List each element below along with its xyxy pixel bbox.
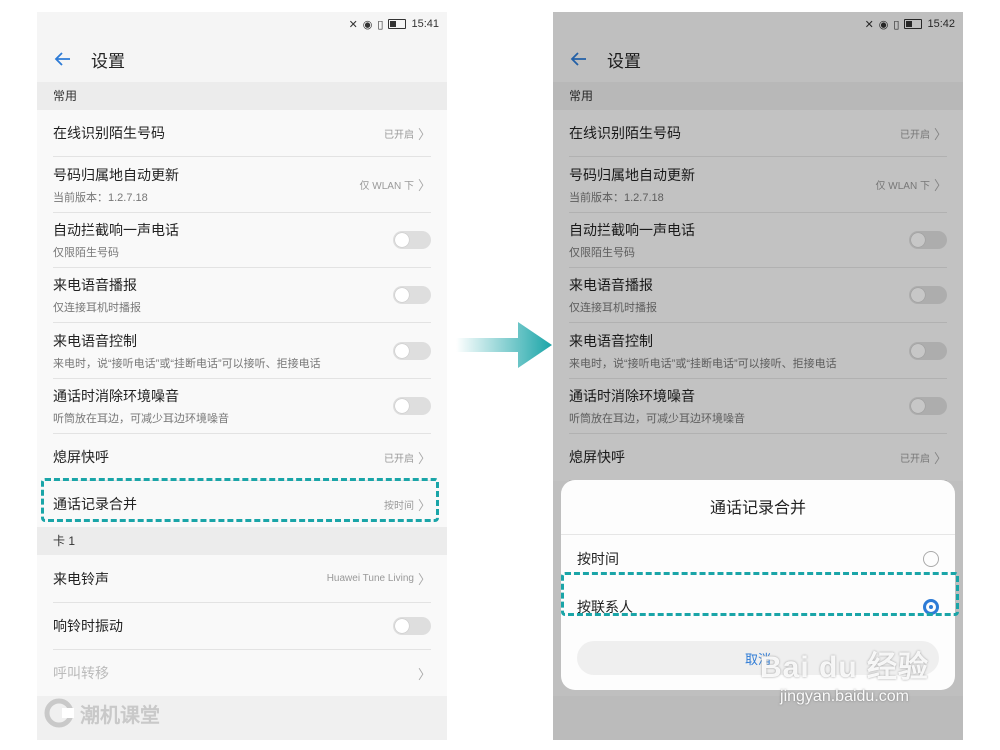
setting-voice-announce: 来电语音播报 仅连接耳机时播报 <box>53 268 431 323</box>
setting-location-update[interactable]: 号码归属地自动更新 当前版本：1.2.7.18 仅 WLAN 下〉 <box>53 157 431 213</box>
radio-unchecked-icon[interactable] <box>923 551 939 567</box>
chevron-right-icon: 〉 <box>417 450 431 466</box>
highlight-by-contact <box>561 572 959 616</box>
setting-noise-cancel: 通话时消除环境噪音 听筒放在耳边，可减少耳边环境噪音 <box>53 379 431 434</box>
page-title: 设置 <box>91 51 125 71</box>
sim-icon: ▯ <box>377 18 384 31</box>
setting-value: 已开启 <box>383 129 414 141</box>
phone-screen-left: ✕ ◉ ▯ 15:41 设置 常用 在线识别陌生号码 已开启〉 号码归属地自动更… <box>37 12 447 740</box>
toggle-switch[interactable] <box>393 397 431 415</box>
back-arrow-icon[interactable] <box>53 49 73 69</box>
section-header-common: 常用 <box>37 82 447 110</box>
setting-subtitle: 来电时，说“接听电话”或“挂断电话”可以接听、拒接电话 <box>53 357 321 370</box>
toggle-switch[interactable] <box>393 286 431 304</box>
watermark-baidu: Bai du 经验 jingyan.baidu.com <box>760 642 929 706</box>
setting-subtitle: 仅限陌生号码 <box>53 247 119 259</box>
setting-value: Huawei Tune Living <box>326 573 414 584</box>
setting-call-forward[interactable]: 呼叫转移 〉 <box>53 650 431 696</box>
setting-title: 在线识别陌生号码 <box>53 125 165 141</box>
setting-voice-control: 来电语音控制 来电时，说“接听电话”或“挂断电话”可以接听、拒接电话 <box>53 323 431 379</box>
option-label: 按时间 <box>577 551 619 567</box>
mute-icon: ✕ <box>348 18 358 31</box>
brand-logo-icon <box>44 698 74 728</box>
chevron-right-icon: 〉 <box>417 178 431 193</box>
battery-icon <box>388 19 407 29</box>
setting-quick-call[interactable]: 熄屏快呼 已开启〉 <box>53 434 431 481</box>
watermark-text: 潮机课堂 <box>80 704 160 727</box>
setting-vibrate-on-ring: 响铃时振动 <box>53 603 431 650</box>
highlight-call-log-merge <box>41 478 439 522</box>
setting-title: 来电语音播报 <box>53 277 137 293</box>
setting-title: 来电语音控制 <box>53 332 137 349</box>
chevron-right-icon: 〉 <box>417 126 431 142</box>
status-bar: ✕ ◉ ▯ 15:41 <box>37 12 447 36</box>
eye-icon: ◉ <box>362 18 373 31</box>
section-header-card: 卡 1 <box>37 527 447 555</box>
setting-title: 号码归属地自动更新 <box>53 166 179 183</box>
setting-title: 呼叫转移 <box>53 665 109 681</box>
arrow-right-icon <box>456 322 552 368</box>
setting-title: 通话时消除环境噪音 <box>53 388 179 404</box>
setting-block-one-ring: 自动拦截响一声电话 仅限陌生号码 <box>53 213 431 268</box>
dialog-title: 通话记录合并 <box>709 500 806 517</box>
toggle-switch[interactable] <box>393 617 431 635</box>
setting-subtitle: 仅连接耳机时播报 <box>53 302 141 314</box>
watermark-left: 潮机课堂 <box>44 698 160 728</box>
phone-screen-right: ✕ ◉ ▯ 15:42 设置 常用 在线识别陌生号码 已开启〉 号码归属地自动更… <box>553 12 963 740</box>
baidu-logo-text: Bai du 经验 <box>760 651 930 684</box>
setting-title: 来电铃声 <box>53 570 109 587</box>
toggle-switch[interactable] <box>393 341 431 360</box>
setting-title: 自动拦截响一声电话 <box>53 222 179 238</box>
setting-ringtone[interactable]: 来电铃声 Huawei Tune Living 〉 <box>53 555 431 603</box>
baidu-url: jingyan.baidu.com <box>780 688 909 705</box>
setting-subtitle: 当前版本：1.2.7.18 <box>53 191 148 204</box>
setting-title: 熄屏快呼 <box>53 449 109 465</box>
chevron-right-icon: 〉 <box>417 666 431 682</box>
setting-subtitle: 听筒放在耳边，可减少耳边环境噪音 <box>53 413 229 425</box>
chevron-right-icon: 〉 <box>417 572 431 587</box>
toggle-switch[interactable] <box>393 231 431 249</box>
setting-value: 仅 WLAN 下 <box>359 181 414 192</box>
setting-online-identify[interactable]: 在线识别陌生号码 已开启〉 <box>53 110 431 157</box>
settings-list: 在线识别陌生号码 已开启〉 号码归属地自动更新 当前版本：1.2.7.18 仅 … <box>37 110 447 527</box>
app-bar: 设置 <box>37 36 447 82</box>
setting-title: 响铃时振动 <box>53 618 123 634</box>
card-settings-list: 来电铃声 Huawei Tune Living 〉 响铃时振动 呼叫转移 〉 <box>37 555 447 696</box>
status-time: 15:41 <box>411 18 439 30</box>
setting-value: 已开启 <box>383 453 414 465</box>
